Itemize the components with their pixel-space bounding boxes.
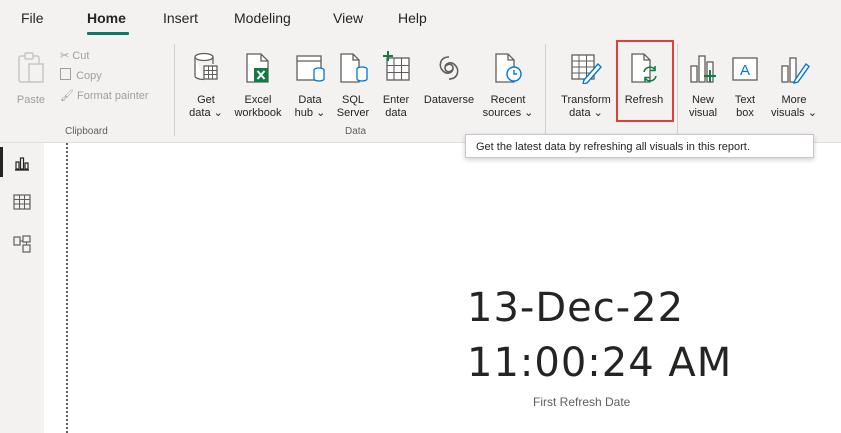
enter-data-icon — [383, 51, 410, 81]
svg-text:A: A — [740, 62, 750, 79]
group-separator — [677, 44, 678, 136]
dataverse-icon — [439, 56, 459, 80]
data-hub-icon — [296, 55, 325, 82]
text-box-icon: A — [732, 57, 758, 81]
active-tab-underline — [87, 32, 129, 35]
transform-data-icon — [571, 54, 602, 84]
menu-insert[interactable]: Insert — [163, 10, 198, 26]
card-date-value: 13-Dec-22 — [467, 285, 685, 331]
menu-file[interactable]: File — [21, 10, 44, 26]
sql-server-icon — [340, 53, 368, 83]
view-sidebar — [0, 143, 44, 433]
model-view-icon[interactable] — [13, 235, 31, 253]
group-separator — [174, 44, 175, 136]
menu-help[interactable]: Help — [398, 10, 427, 26]
copy-button[interactable]: Copy — [60, 68, 102, 84]
new-visual-icon — [690, 55, 716, 83]
group-separator — [545, 44, 546, 136]
recent-sources-button[interactable]: Recent sources ⌄ — [480, 46, 536, 122]
table-view-icon[interactable] — [13, 194, 31, 210]
card-time-value: 11:00:24 AM — [467, 340, 733, 386]
more-visuals-button[interactable]: More visuals ⌄ — [765, 46, 823, 122]
format-painter-icon: 🖌 — [60, 90, 74, 102]
ribbon: Paste ✂ Cut Copy 🖌 Format painter Clipbo… — [0, 38, 841, 143]
card-label: First Refresh Date — [533, 395, 631, 409]
more-visuals-icon — [781, 57, 810, 84]
clipboard-group-label: Clipboard — [65, 126, 108, 137]
scissors-icon: ✂ — [60, 50, 70, 62]
excel-icon — [246, 53, 269, 83]
dataverse-button[interactable]: Dataverse — [419, 46, 479, 122]
paste-button[interactable]: Paste — [14, 46, 48, 114]
menu-home[interactable]: Home — [87, 10, 126, 26]
excel-workbook-button[interactable]: Excel workbook — [227, 46, 289, 122]
enter-data-button[interactable]: Enter data — [376, 46, 416, 122]
new-visual-button[interactable]: New visual — [683, 46, 723, 122]
refresh-highlight-box — [616, 40, 674, 122]
menu-modeling[interactable]: Modeling — [234, 10, 291, 26]
sql-server-button[interactable]: SQL Server — [333, 46, 373, 122]
data-group-label: Data — [345, 126, 367, 137]
copy-icon — [60, 68, 71, 80]
active-view-indicator — [0, 147, 3, 177]
menu-view[interactable]: View — [333, 10, 363, 26]
paste-icon — [18, 52, 44, 83]
recent-sources-icon — [495, 53, 522, 83]
report-view-icon[interactable] — [13, 154, 31, 172]
data-hub-button[interactable]: Data hub ⌄ — [290, 46, 330, 122]
canvas-boundary — [66, 143, 68, 433]
cut-button[interactable]: ✂ Cut — [60, 48, 89, 64]
database-icon — [194, 52, 218, 81]
transform-data-button[interactable]: Transform data ⌄ — [556, 46, 616, 122]
format-painter-button[interactable]: 🖌 Format painter — [60, 88, 149, 104]
text-box-button[interactable]: A Text box — [727, 46, 763, 122]
menu-bar: File Home Insert Modeling View Help — [0, 0, 841, 38]
refresh-tooltip: Get the latest data by refreshing all vi… — [465, 134, 814, 158]
get-data-button[interactable]: Get data ⌄ — [184, 46, 228, 122]
